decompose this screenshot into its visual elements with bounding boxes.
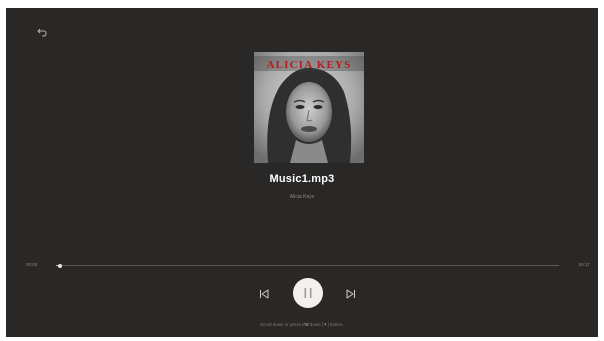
album-art: ALICIA KEYS	[254, 52, 364, 163]
album-art-lettering: ALICIA KEYS	[266, 59, 351, 71]
next-track-button[interactable]	[345, 287, 357, 299]
scroll-hint: Scroll down or press the down [▼] button…	[260, 322, 344, 327]
chevron-down-icon	[304, 314, 310, 327]
seek-bar-thumb[interactable]	[58, 263, 63, 268]
seek-bar[interactable]	[56, 263, 559, 268]
elapsed-time: 00:02	[26, 262, 38, 267]
track-artist: Alicia Keys	[289, 194, 315, 200]
total-time: 04:17	[578, 262, 590, 267]
previous-track-button[interactable]	[258, 287, 270, 299]
music-player-screen: ALICIA KEYS Music1.mp3 Alicia Keys 00:02…	[6, 8, 598, 337]
track-title: Music1.mp3	[269, 173, 335, 185]
back-arrow-icon	[37, 28, 47, 37]
pause-icon	[304, 288, 312, 298]
back-button[interactable]	[36, 25, 50, 39]
play-pause-button[interactable]	[293, 278, 323, 308]
skip-previous-icon	[260, 289, 269, 299]
skip-next-icon	[346, 289, 355, 299]
